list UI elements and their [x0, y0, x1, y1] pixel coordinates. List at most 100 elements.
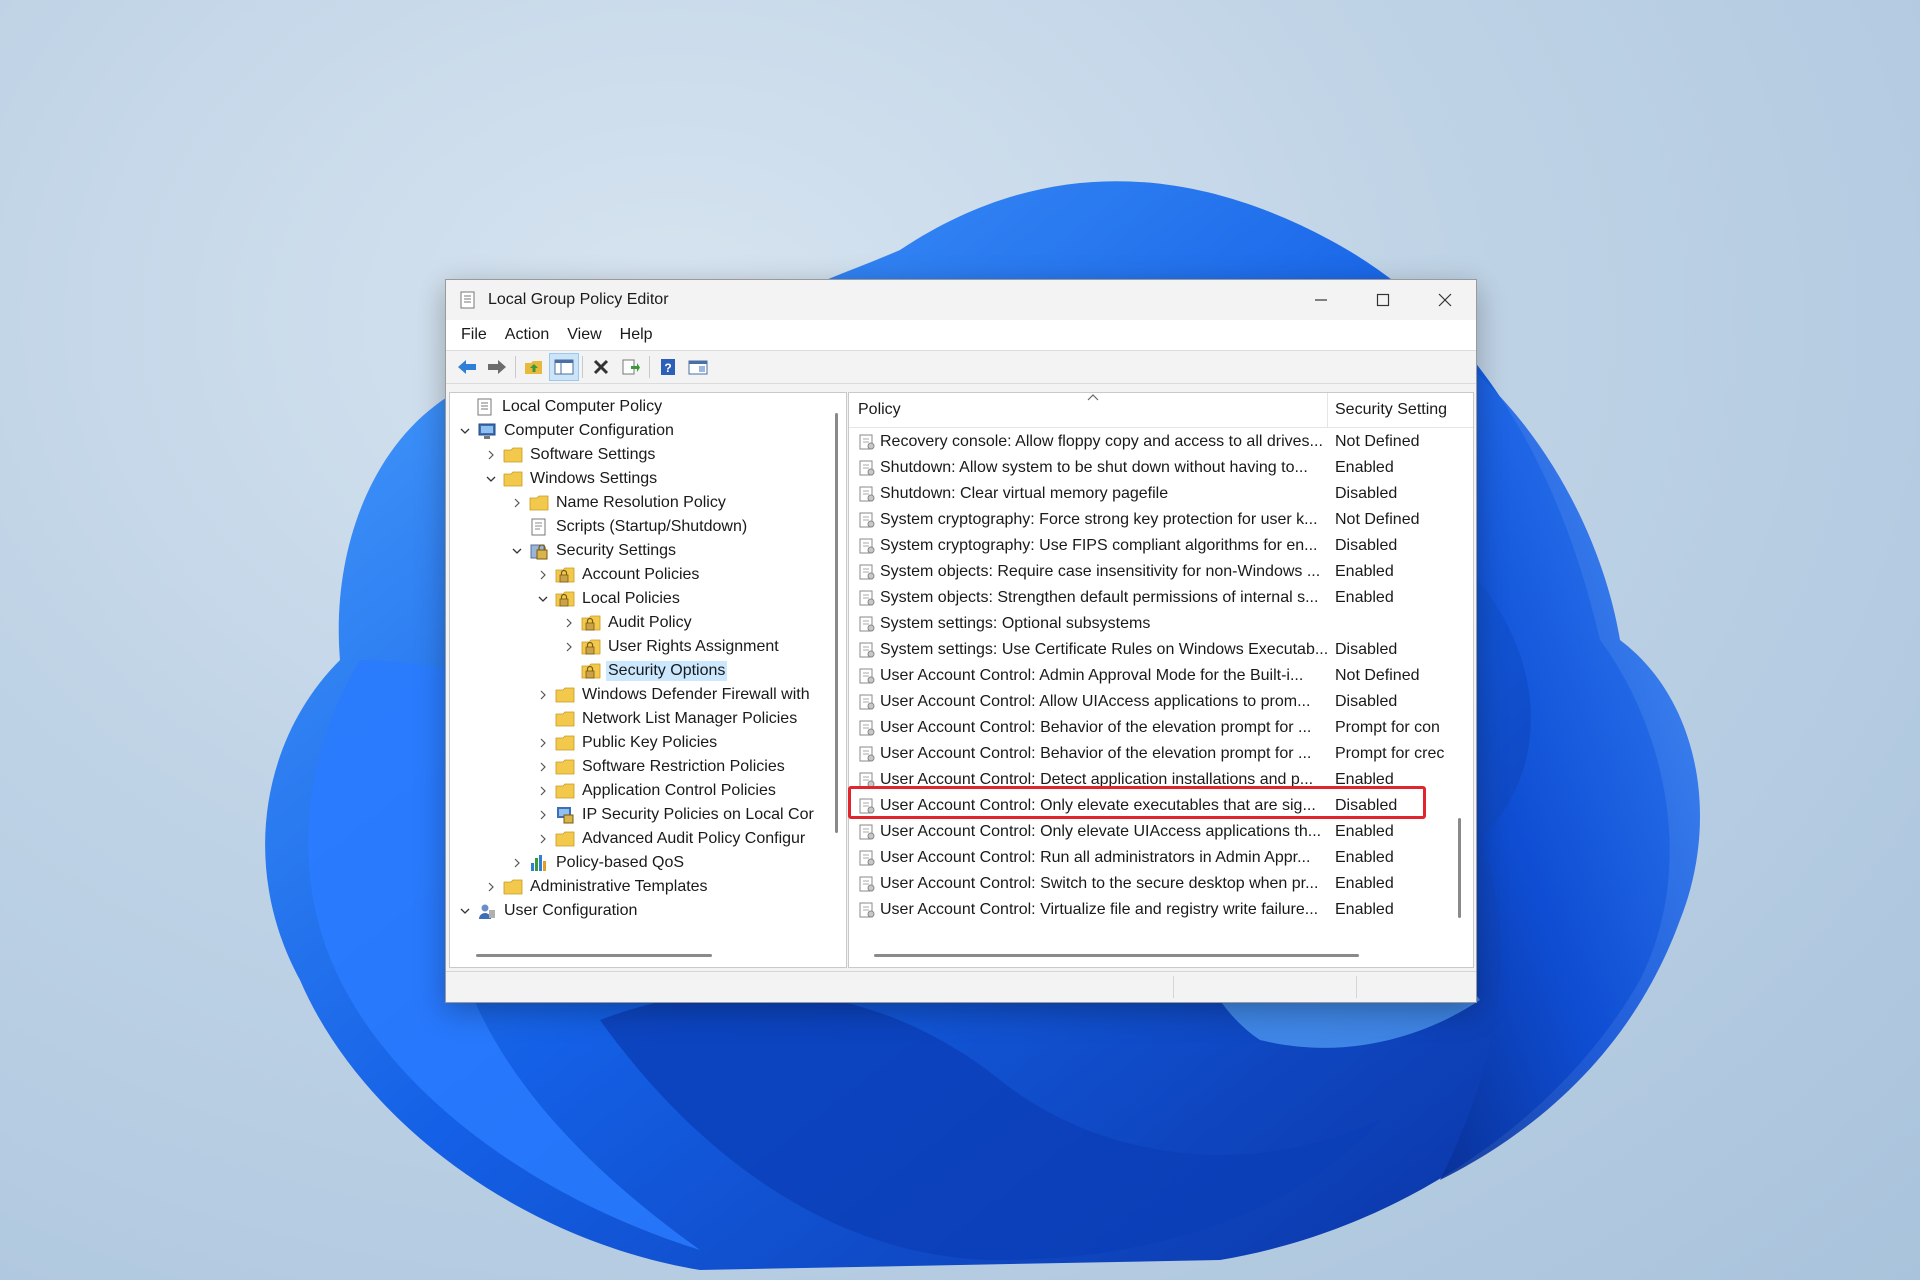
list-row[interactable]: Shutdown: Allow system to be shut down w… [849, 455, 1449, 481]
chevron-right-icon[interactable] [534, 782, 552, 800]
policy-setting-icon [858, 615, 876, 633]
close-button[interactable] [1414, 280, 1476, 320]
list-row[interactable]: System cryptography: Force strong key pr… [849, 507, 1449, 533]
tree-node[interactable]: Software Restriction Policies [534, 755, 787, 779]
minimize-icon [1315, 299, 1327, 301]
list-row[interactable]: System objects: Require case insensitivi… [849, 559, 1449, 585]
properties-icon [688, 360, 708, 375]
list-row[interactable]: System cryptography: Use FIPS compliant … [849, 533, 1449, 559]
column-header-security-setting[interactable]: Security Setting [1335, 401, 1447, 419]
tree-node[interactable]: Public Key Policies [534, 731, 719, 755]
tree-node[interactable]: Administrative Templates [482, 875, 710, 899]
chevron-right-icon[interactable] [482, 878, 500, 896]
list-horizontal-scrollbar[interactable] [874, 954, 1359, 957]
properties-button[interactable] [683, 353, 713, 381]
locked-folder-icon [555, 589, 575, 609]
title-bar[interactable]: Local Group Policy Editor [446, 280, 1476, 320]
chevron-right-icon[interactable] [508, 854, 526, 872]
folder-icon [555, 781, 575, 801]
chevron-right-icon[interactable] [534, 806, 552, 824]
tree-node[interactable]: Scripts (Startup/Shutdown) [508, 515, 749, 539]
tree-node[interactable]: Policy-based QoS [508, 851, 686, 875]
console-tree[interactable]: Local Computer Policy Computer Configurat… [449, 392, 847, 968]
tree-node[interactable]: Audit Policy [560, 611, 694, 635]
column-header-policy[interactable]: Policy [858, 401, 901, 419]
list-row[interactable]: System objects: Strengthen default permi… [849, 585, 1449, 611]
delete-button[interactable] [586, 353, 616, 381]
tree-node[interactable]: User Rights Assignment [560, 635, 781, 659]
details-list[interactable]: Policy Security Setting Recovery console… [848, 392, 1474, 968]
help-button[interactable]: ? [653, 353, 683, 381]
chevron-down-icon[interactable] [482, 470, 500, 488]
list-row[interactable]: User Account Control: Only elevate UIAcc… [849, 819, 1449, 845]
tree-node[interactable]: Advanced Audit Policy Configur [534, 827, 807, 851]
policy-name: User Account Control: Switch to the secu… [880, 875, 1319, 892]
security-setting-value: Not Defined [1335, 667, 1420, 684]
tree-node-label: Administrative Templates [530, 878, 708, 895]
list-row[interactable]: User Account Control: Behavior of the el… [849, 715, 1449, 741]
tree-node[interactable]: Application Control Policies [534, 779, 778, 803]
chevron-down-icon[interactable] [508, 542, 526, 560]
maximize-button[interactable] [1352, 280, 1414, 320]
list-row[interactable]: User Account Control: Allow UIAccess app… [849, 689, 1449, 715]
tree-vertical-scrollbar[interactable] [835, 413, 838, 833]
security-setting-value: Disabled [1335, 641, 1398, 658]
list-row[interactable]: User Account Control: Switch to the secu… [849, 871, 1449, 897]
tree-node[interactable]: Account Policies [534, 563, 701, 587]
tree-node[interactable]: Security Settings [508, 539, 678, 563]
list-row[interactable]: User Account Control: Run all administra… [849, 845, 1449, 871]
chevron-right-icon[interactable] [534, 566, 552, 584]
security-setting-value: Enabled [1335, 563, 1394, 580]
security-setting-value: Enabled [1335, 875, 1394, 892]
tree-node[interactable]: Name Resolution Policy [508, 491, 728, 515]
chevron-right-icon[interactable] [534, 686, 552, 704]
list-row[interactable]: System settings: Optional subsystems [849, 611, 1449, 637]
minimize-button[interactable] [1290, 280, 1352, 320]
chevron-right-icon[interactable] [560, 638, 578, 656]
menu-action[interactable]: Action [496, 320, 558, 350]
chevron-right-icon[interactable] [560, 614, 578, 632]
chevron-down-icon[interactable] [456, 422, 474, 440]
list-row[interactable]: User Account Control: Behavior of the el… [849, 741, 1449, 767]
chevron-right-icon[interactable] [482, 446, 500, 464]
maximize-icon [1376, 293, 1390, 307]
tree-node[interactable]: Local Policies [534, 587, 682, 611]
chevron-right-icon[interactable] [534, 830, 552, 848]
up-folder-icon [525, 361, 542, 374]
policy-name: User Account Control: Allow UIAccess app… [880, 693, 1311, 710]
list-row[interactable]: System settings: Use Certificate Rules o… [849, 637, 1449, 663]
tree-node[interactable]: Network List Manager Policies [534, 707, 799, 731]
show-hide-tree-button[interactable] [549, 353, 579, 381]
menu-file[interactable]: File [452, 320, 496, 350]
chevron-right-icon[interactable] [534, 734, 552, 752]
chevron-down-icon[interactable] [534, 590, 552, 608]
tree-node[interactable]: Local Computer Policy [454, 395, 664, 419]
tree-node[interactable]: Windows Settings [482, 467, 659, 491]
tree-node[interactable]: User Configuration [456, 899, 639, 923]
chevron-down-icon[interactable] [456, 902, 474, 920]
forward-button[interactable] [482, 353, 512, 381]
menu-help[interactable]: Help [611, 320, 662, 350]
list-vertical-scrollbar[interactable] [1458, 818, 1461, 918]
back-button[interactable] [452, 353, 482, 381]
tree-node[interactable]: Security Options [560, 659, 728, 683]
list-row[interactable]: Shutdown: Clear virtual memory pagefile D… [849, 481, 1449, 507]
up-one-level-button[interactable] [519, 353, 549, 381]
list-row[interactable]: Recovery console: Allow floppy copy and … [849, 429, 1449, 455]
policy-name: User Account Control: Only elevate UIAcc… [880, 823, 1322, 840]
export-list-button[interactable] [616, 353, 646, 381]
security-setting-value: Enabled [1335, 823, 1394, 840]
tree-node-label: Software Settings [530, 446, 656, 463]
list-row[interactable]: User Account Control: Virtualize file an… [849, 897, 1449, 923]
list-row[interactable]: User Account Control: Admin Approval Mod… [849, 663, 1449, 689]
tree-horizontal-scrollbar[interactable] [476, 954, 712, 957]
chevron-right-icon[interactable] [508, 494, 526, 512]
folder-icon [555, 829, 575, 849]
tree-node[interactable]: Windows Defender Firewall with [534, 683, 812, 707]
chevron-right-icon[interactable] [534, 758, 552, 776]
column-divider[interactable] [1327, 393, 1328, 427]
tree-node[interactable]: Computer Configuration [456, 419, 676, 443]
menu-view[interactable]: View [558, 320, 610, 350]
tree-node[interactable]: Software Settings [482, 443, 657, 467]
tree-node[interactable]: IP Security Policies on Local Cor [534, 803, 816, 827]
